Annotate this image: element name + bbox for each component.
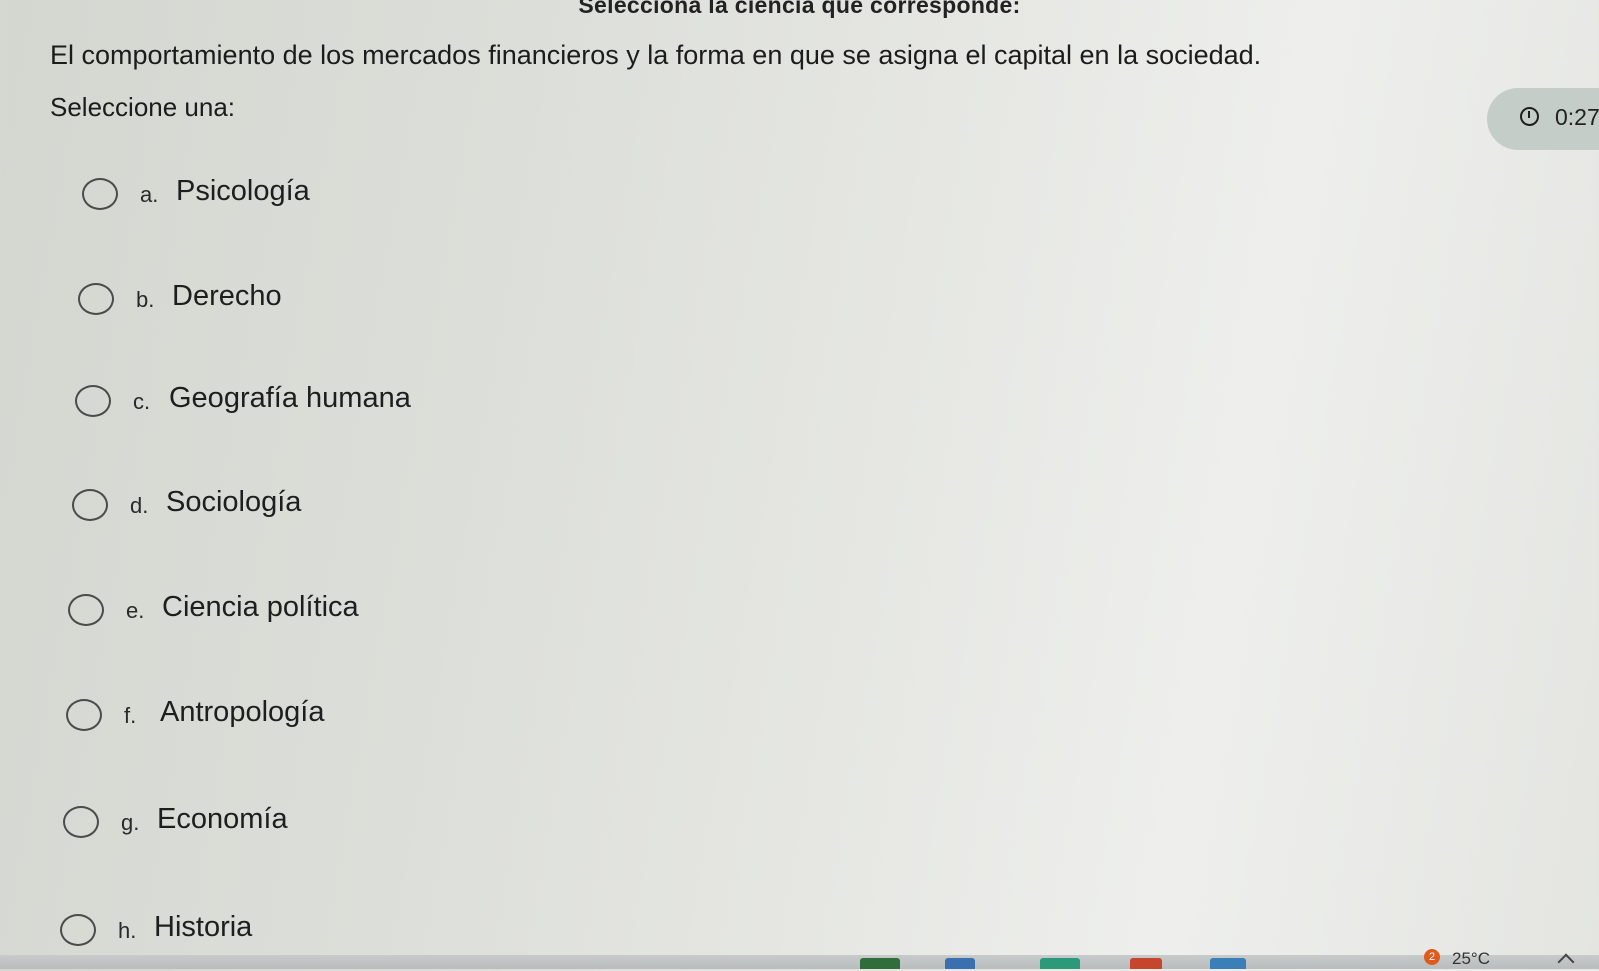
radio-button[interactable] bbox=[63, 806, 99, 838]
app-icon[interactable] bbox=[860, 958, 900, 969]
notification-badge[interactable]: 2 bbox=[1424, 949, 1440, 965]
option-letter: a. bbox=[140, 182, 159, 207]
option-letter: b. bbox=[136, 287, 155, 312]
option-label: Geografía humana bbox=[169, 382, 411, 414]
chevron-up-icon[interactable] bbox=[1557, 953, 1575, 971]
app-icon[interactable] bbox=[945, 958, 975, 969]
question-text: El comportamiento de los mercados financ… bbox=[50, 40, 1262, 70]
radio-button[interactable] bbox=[75, 385, 111, 417]
option-letter: f. bbox=[124, 703, 137, 728]
option-letter: g. bbox=[121, 810, 140, 835]
option-label: Sociología bbox=[166, 486, 302, 518]
app-icon[interactable] bbox=[1040, 958, 1080, 969]
option-label: Historia bbox=[154, 911, 253, 943]
page-heading: Selecciona la ciencia que corresponde: bbox=[578, 0, 1021, 18]
radio-button[interactable] bbox=[60, 914, 96, 946]
radio-button[interactable] bbox=[72, 489, 108, 521]
radio-button[interactable] bbox=[66, 699, 102, 731]
radio-button[interactable] bbox=[82, 178, 118, 210]
radio-button[interactable] bbox=[78, 283, 114, 315]
taskbar: 2 25°C bbox=[0, 949, 1599, 971]
quiz-screen: Selecciona la ciencia que corresponde: E… bbox=[0, 0, 1599, 971]
app-icon[interactable] bbox=[1210, 958, 1246, 969]
option-label: Psicología bbox=[176, 175, 310, 207]
weather-temperature[interactable]: 25°C bbox=[1452, 949, 1490, 969]
clock-icon bbox=[1520, 107, 1539, 126]
option-label: Ciencia política bbox=[162, 591, 359, 623]
option-letter: c. bbox=[133, 389, 151, 414]
option-letter: h. bbox=[118, 918, 137, 943]
app-icon[interactable] bbox=[1130, 958, 1162, 969]
option-label: Derecho bbox=[172, 280, 282, 312]
timer-text: 0:27 bbox=[1555, 104, 1599, 130]
instruction-label: Seleccione una: bbox=[50, 92, 236, 122]
timer-badge: 0:27 bbox=[1487, 88, 1599, 150]
option-label: Antropología bbox=[160, 696, 325, 728]
option-label: Economía bbox=[157, 803, 288, 835]
option-letter: e. bbox=[126, 598, 145, 623]
radio-button[interactable] bbox=[68, 594, 104, 626]
option-letter: d. bbox=[130, 493, 149, 518]
